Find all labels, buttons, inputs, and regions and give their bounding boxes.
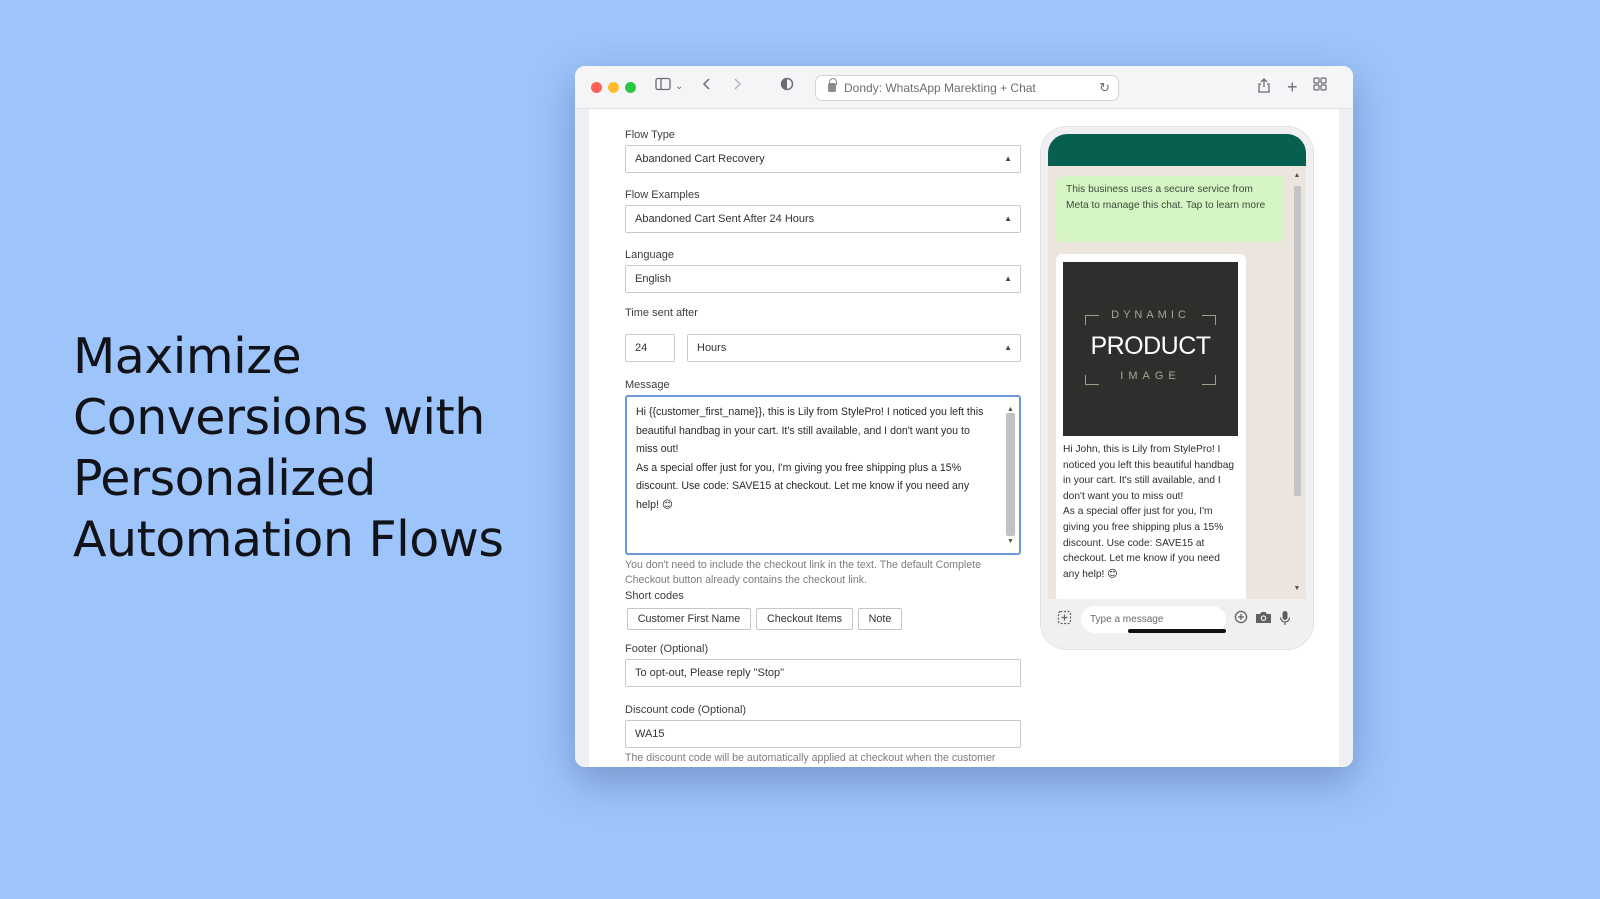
time-amount-value: 24: [635, 342, 648, 354]
page-margin-left: [575, 109, 589, 767]
footer-value: To opt-out, Please reply "Stop": [635, 667, 785, 679]
flow-type-select[interactable]: Abandoned Cart Recovery ▲: [625, 145, 1021, 173]
headline-line-3: Personalized: [73, 450, 376, 507]
footer-label: Footer (Optional): [625, 643, 709, 655]
message-line-2: As a special offer just for you, I'm giv…: [636, 461, 970, 511]
address-text: Dondy: WhatsApp Marekting + Chat: [844, 81, 1036, 95]
new-tab-icon[interactable]: +: [1287, 77, 1298, 97]
privacy-shield-icon[interactable]: [780, 77, 794, 97]
flow-type-value: Abandoned Cart Recovery: [635, 153, 765, 165]
product-image-bottom-text: IMAGE: [1120, 370, 1181, 382]
headline-line-4: Automation Flows: [73, 511, 504, 568]
message-line-1: Hi {{customer_first_name}}, this is Lily…: [636, 406, 984, 455]
message-label: Message: [625, 379, 670, 391]
page-margin-right: [1339, 109, 1353, 767]
flow-examples-value: Abandoned Cart Sent After 24 Hours: [635, 213, 815, 225]
checkout-link-hint: You don't need to include the checkout l…: [625, 559, 981, 586]
language-value: English: [635, 273, 672, 285]
product-image-top-text: DYNAMIC: [1111, 309, 1190, 321]
headline-line-2: Conversions with: [73, 389, 485, 446]
reload-icon[interactable]: ↻: [1099, 76, 1110, 100]
minimize-window-button[interactable]: [608, 82, 619, 93]
forward-icon[interactable]: [732, 77, 742, 97]
browser-toolbar: ⌄ Dondy: WhatsApp Marekting + Chat ↻ +: [575, 66, 1353, 109]
discount-code-hint: The discount code will be automatically …: [625, 752, 996, 764]
message-scrollbar[interactable]: ▲ ▼: [1005, 401, 1016, 551]
short-code-note[interactable]: Note: [858, 608, 902, 630]
whatsapp-preview: This business uses a secure service from…: [1041, 127, 1313, 649]
security-notice-bubble[interactable]: This business uses a secure service from…: [1056, 176, 1284, 242]
share-icon[interactable]: [1257, 77, 1271, 99]
flow-examples-select[interactable]: Abandoned Cart Sent After 24 Hours ▲: [625, 205, 1021, 233]
scroll-down-icon[interactable]: ▼: [1005, 533, 1016, 552]
dynamic-product-image: DYNAMIC PRODUCT IMAGE: [1063, 262, 1238, 436]
whatsapp-header: [1048, 134, 1306, 166]
time-sent-label: Time sent after: [625, 307, 698, 319]
sticker-icon[interactable]: [1057, 610, 1072, 630]
discount-code-label: Discount code (Optional): [625, 704, 747, 716]
sidebar-icon[interactable]: [655, 77, 671, 97]
scroll-up-icon[interactable]: ▲: [1292, 172, 1302, 179]
chat-input-bar: Type a message: [1048, 599, 1306, 642]
short-code-customer-first-name[interactable]: Customer First Name: [627, 608, 751, 630]
discount-code-input[interactable]: WA15: [625, 720, 1021, 748]
scroll-thumb[interactable]: [1006, 413, 1015, 536]
language-label: Language: [625, 249, 674, 261]
chat-area: This business uses a secure service from…: [1048, 166, 1306, 602]
browser-window: ⌄ Dondy: WhatsApp Marekting + Chat ↻ + F…: [575, 66, 1353, 767]
chat-message-bubble: DYNAMIC PRODUCT IMAGE Hi John, this is L…: [1056, 254, 1246, 602]
page-content: Flow Type Abandoned Cart Recovery ▲ Flow…: [589, 109, 1339, 767]
close-window-button[interactable]: [591, 82, 602, 93]
tab-overview-icon[interactable]: [1313, 77, 1327, 97]
time-unit-select[interactable]: Hours ▲: [687, 334, 1021, 362]
scroll-down-icon[interactable]: ▼: [1292, 585, 1302, 592]
chat-scrollbar[interactable]: ▲ ▼: [1292, 172, 1302, 592]
home-indicator: [1128, 629, 1226, 633]
headline: Maximize Conversions with Personalized A…: [73, 326, 553, 570]
chat-message-line-2: As a special offer just for you, I'm giv…: [1063, 506, 1224, 580]
message-textarea[interactable]: Hi {{customer_first_name}}, this is Lily…: [625, 395, 1021, 555]
select-caret-icon: ▲: [1004, 214, 1012, 223]
select-caret-icon: ▲: [1004, 154, 1012, 163]
discount-code-value: WA15: [635, 728, 665, 740]
time-amount-input[interactable]: 24: [625, 334, 675, 362]
footer-input[interactable]: To opt-out, Please reply "Stop": [625, 659, 1021, 687]
product-image-main-text: PRODUCT: [1090, 332, 1211, 360]
chevron-down-icon[interactable]: ⌄: [675, 77, 683, 97]
zoom-window-button[interactable]: [625, 82, 636, 93]
microphone-icon[interactable]: [1279, 610, 1291, 631]
select-caret-icon: ▲: [1004, 343, 1012, 352]
scroll-thumb[interactable]: [1294, 186, 1301, 496]
language-select[interactable]: English ▲: [625, 265, 1021, 293]
attach-icon[interactable]: [1234, 610, 1248, 629]
address-bar[interactable]: Dondy: WhatsApp Marekting + Chat ↻: [815, 75, 1119, 101]
headline-line-1: Maximize: [73, 328, 302, 385]
message-input-placeholder: Type a message: [1090, 614, 1164, 625]
flow-examples-label: Flow Examples: [625, 189, 700, 201]
short-code-checkout-items[interactable]: Checkout Items: [756, 608, 853, 630]
chat-message-line-1: Hi John, this is Lily from StylePro! I n…: [1063, 444, 1235, 502]
camera-icon[interactable]: [1255, 610, 1272, 629]
back-icon[interactable]: [702, 77, 712, 97]
select-caret-icon: ▲: [1004, 274, 1012, 283]
short-codes-label: Short codes: [625, 590, 684, 602]
lock-icon: [828, 78, 837, 92]
flow-type-label: Flow Type: [625, 129, 675, 141]
time-unit-value: Hours: [697, 342, 727, 354]
